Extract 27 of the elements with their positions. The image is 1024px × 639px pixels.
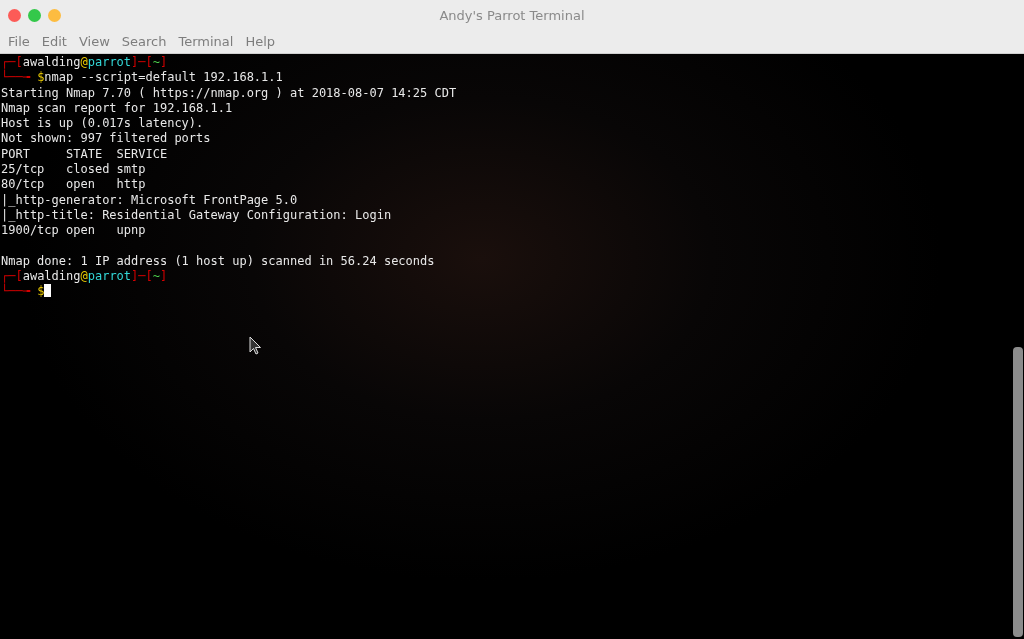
menu-item[interactable]: Help — [239, 34, 282, 49]
output-line: 80/tcp open http — [1, 177, 146, 193]
menu-item[interactable]: Search — [115, 34, 173, 49]
window-title: Andy's Parrot Terminal — [439, 7, 585, 23]
output-line: Starting Nmap 7.70 ( https://nmap.org ) at 2018-08-07 14:25 CDT — [1, 85, 457, 101]
command-line: └──╼ $ — [1, 284, 52, 300]
prompt-line: ┌─[awalding@parrot]─[~] — [1, 269, 168, 285]
output-line: Nmap done: 1 IP address (1 host up) scanned in 56.24 seconds — [1, 253, 435, 270]
close-button[interactable] — [8, 8, 21, 22]
output-line: 1900/tcp open upnp — [1, 223, 146, 239]
output-line: |_http-title: Residential Gateway Configuration: Login — [1, 207, 392, 224]
menu-item[interactable]: View — [72, 34, 116, 49]
output-line: Not shown: 997 filtered ports — [1, 131, 211, 147]
output-line: PORT STATE SERVICE — [1, 146, 168, 163]
minimize-button[interactable] — [48, 8, 61, 22]
output-line: Nmap scan report for 192.168.1.1 — [1, 100, 233, 117]
output-line: 25/tcp closed smtp — [1, 162, 146, 178]
mouse-pointer-icon — [249, 336, 262, 355]
output-line: Host is up (0.017s latency). — [1, 116, 204, 132]
scrollbar-thumb[interactable] — [1013, 347, 1023, 637]
maximize-button[interactable] — [28, 8, 41, 22]
command-line: └──╼ $nmap --script=default 192.168.1.1 — [1, 70, 283, 86]
output-line: |_http-generator: Microsoft FrontPage 5.0 — [1, 192, 298, 208]
menu-item[interactable]: Edit — [35, 34, 73, 49]
menu-item[interactable]: File — [2, 34, 36, 49]
menu-item[interactable]: Terminal — [172, 34, 240, 49]
prompt-line: ┌─[awalding@parrot]─[~] — [1, 55, 168, 70]
